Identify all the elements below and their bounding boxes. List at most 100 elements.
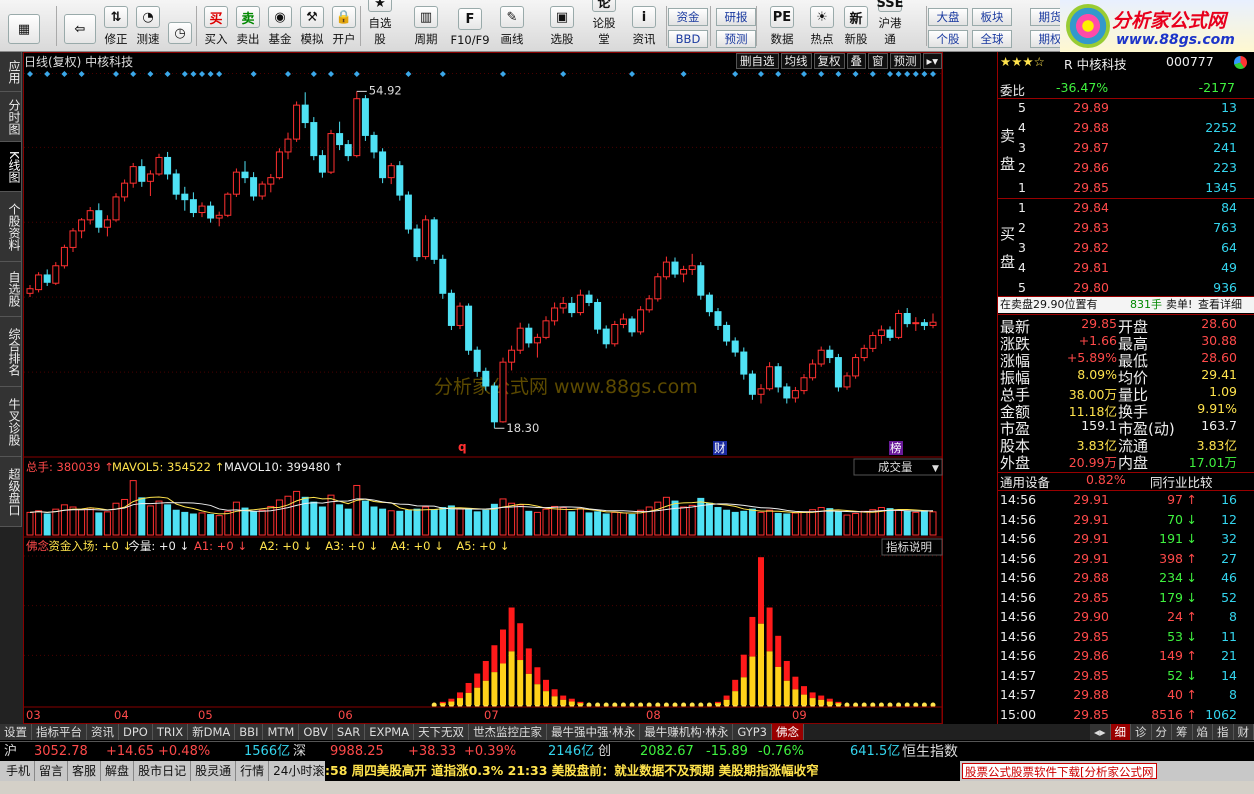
status-item-5[interactable]: 股灵通 bbox=[191, 761, 237, 781]
toolbar-sector-button[interactable]: 板块 bbox=[972, 8, 1012, 26]
kline-chart[interactable]: 56.9548.9040.7432.5824.42分析家公式网 www.88gs… bbox=[24, 53, 989, 725]
toolbar-button-18[interactable]: ☀ 热点 bbox=[806, 4, 838, 48]
toolbar-button-1[interactable]: ⇦ bbox=[60, 4, 100, 48]
toolbar-forecast-button[interactable]: 预测 bbox=[716, 30, 756, 48]
hs-label[interactable]: 恒生指数 bbox=[902, 742, 958, 762]
indicator-tab-14[interactable]: 最牛赚机构·林永 bbox=[640, 724, 734, 740]
ask-row[interactable]: 4 29.88 2252 bbox=[998, 120, 1254, 137]
toolbar-button-17[interactable]: PE 数据 bbox=[766, 4, 798, 48]
chart-button-2[interactable]: 复权 bbox=[813, 53, 845, 69]
left-tab-6[interactable]: 牛叉诊股 bbox=[0, 387, 22, 457]
toolbar-research-button[interactable]: 研报 bbox=[716, 8, 756, 26]
quote-header[interactable]: ★★★☆ R 中核科技 000777 bbox=[998, 54, 1254, 72]
toolbar-button-11[interactable]: ▥ 周期 bbox=[410, 4, 442, 48]
event-marker-rank[interactable]: 榜 bbox=[890, 441, 902, 455]
quote-tab-2[interactable]: 分 bbox=[1151, 724, 1172, 740]
bid-row[interactable]: 5 29.80 936 bbox=[998, 280, 1254, 297]
indicator-tab-15[interactable]: GYP3 bbox=[733, 724, 772, 740]
indicator-tab-0[interactable]: 设置 bbox=[0, 724, 32, 740]
toolbar-button-6[interactable]: 卖卖出 bbox=[232, 4, 264, 48]
toolbar-global-button[interactable]: 全球 bbox=[972, 30, 1012, 48]
chart-button-5[interactable]: 预测 bbox=[889, 53, 921, 69]
ask-row[interactable]: 5 29.89 13 bbox=[998, 100, 1254, 117]
tab-scroll-icon[interactable]: ◂▸ bbox=[1089, 724, 1111, 740]
left-tab-5[interactable]: 综合排名 bbox=[0, 317, 22, 387]
toolbar-button-10[interactable]: ★ 自选股 bbox=[364, 0, 396, 48]
left-tab-4[interactable]: 自选股 bbox=[0, 262, 22, 317]
indicator-tab-2[interactable]: 资讯 bbox=[87, 724, 119, 740]
toolbar-fund-button[interactable]: 资金 bbox=[668, 8, 708, 26]
ask-row[interactable]: 1 29.85 1345 bbox=[998, 180, 1254, 197]
sh-label[interactable]: 沪 bbox=[4, 742, 17, 762]
bid-row[interactable]: 1 29.84 84 bbox=[998, 200, 1254, 217]
quote-tab-3[interactable]: 筹 bbox=[1172, 724, 1193, 740]
indicator-tab-9[interactable]: SAR bbox=[332, 724, 366, 740]
toolbar-button-0[interactable]: ▦ bbox=[4, 4, 44, 48]
sz-label[interactable]: 深 bbox=[293, 742, 306, 762]
status-item-0[interactable]: 手机 bbox=[2, 761, 36, 781]
indicator-tab-13[interactable]: 最牛强中强·林永 bbox=[547, 724, 641, 740]
bid-row[interactable]: 4 29.81 49 bbox=[998, 260, 1254, 277]
indicator-tab-11[interactable]: 天下无双 bbox=[414, 724, 470, 740]
left-tab-2[interactable]: K线图 bbox=[0, 142, 22, 192]
left-tab-3[interactable]: 个股资料 bbox=[0, 192, 22, 262]
quote-tab-4[interactable]: 焰 bbox=[1192, 724, 1213, 740]
toolbar-button-4[interactable]: ◷ bbox=[164, 4, 196, 48]
left-tab-7[interactable]: 超级盘口 bbox=[0, 457, 22, 527]
ad-link[interactable]: 股票公式股票软件下载[分析家公式网 bbox=[962, 763, 1157, 779]
order-notice[interactable]: 在卖盘29.90位置有 831手 卖单! 查看详细 bbox=[998, 297, 1254, 313]
toolbar-button-2[interactable]: ⇅ 修正 bbox=[100, 4, 132, 48]
toolbar-button-7[interactable]: ◉ 基金 bbox=[264, 4, 296, 48]
toolbar-button-20[interactable]: SSE 沪港通 bbox=[874, 0, 906, 48]
indicator-tab-1[interactable]: 指标平台 bbox=[32, 724, 87, 740]
quote-tab-0[interactable]: 细 bbox=[1110, 724, 1131, 740]
indicator-tab-3[interactable]: DPO bbox=[119, 724, 153, 740]
quote-tab-6[interactable]: 财 bbox=[1233, 724, 1254, 740]
status-item-3[interactable]: 解盘 bbox=[101, 761, 135, 781]
cy-label[interactable]: 创 bbox=[598, 742, 611, 762]
toolbar-button-12[interactable]: F F10/F9 bbox=[450, 4, 490, 48]
status-item-4[interactable]: 股市日记 bbox=[134, 761, 192, 781]
chart-button-3[interactable]: 叠 bbox=[846, 53, 866, 69]
industry-row[interactable]: 通用设备 0.82% 同行业比较 bbox=[998, 472, 1254, 490]
status-item-1[interactable]: 留言 bbox=[35, 761, 69, 781]
left-tab-1[interactable]: 分时图 bbox=[0, 92, 22, 142]
toolbar-button-5[interactable]: 买买入 bbox=[200, 4, 232, 48]
chart-button-0[interactable]: 删自选 bbox=[736, 53, 779, 69]
toolbar-market-button[interactable]: 大盘 bbox=[928, 8, 968, 26]
event-marker-finance[interactable]: 财 bbox=[714, 441, 726, 455]
toolbar-individual-button[interactable]: 个股 bbox=[928, 30, 968, 48]
bid-row[interactable]: 2 29.83 763 bbox=[998, 220, 1254, 237]
indicator-tab-6[interactable]: BBI bbox=[235, 724, 264, 740]
indicator-tab-7[interactable]: MTM bbox=[263, 724, 300, 740]
ask-row[interactable]: 2 29.86 223 bbox=[998, 160, 1254, 177]
toolbar-button-15[interactable]: 论论股堂 bbox=[588, 0, 620, 48]
event-marker-q[interactable]: q bbox=[458, 440, 467, 454]
left-tab-0[interactable]: 应用 bbox=[0, 52, 22, 92]
pie-chart-icon[interactable] bbox=[1234, 56, 1247, 69]
indicator-tab-5[interactable]: 新DMA bbox=[188, 724, 236, 740]
chart-menu-icon[interactable]: ▸▾ bbox=[922, 53, 943, 69]
indicator-tab-4[interactable]: TRIX bbox=[152, 724, 189, 740]
toolbar-button-8[interactable]: ⚒ 模拟 bbox=[296, 4, 328, 48]
indicator-tab-10[interactable]: EXPMA bbox=[365, 724, 415, 740]
bid-row[interactable]: 3 29.82 64 bbox=[998, 240, 1254, 257]
toolbar-button-9[interactable]: 🔒 开户 bbox=[328, 4, 360, 48]
toolbar-button-16[interactable]: i 资讯 bbox=[628, 4, 660, 48]
chart-button-4[interactable]: 窗 bbox=[868, 53, 888, 69]
toolbar-button-14[interactable]: ▣ 选股 bbox=[546, 4, 578, 48]
quote-tab-1[interactable]: 诊 bbox=[1131, 724, 1152, 740]
toolbar-button-19[interactable]: 新新股 bbox=[840, 4, 872, 48]
indicator-tab-8[interactable]: OBV bbox=[299, 724, 333, 740]
toolbar-button-3[interactable]: ◔ 测速 bbox=[132, 4, 164, 48]
quote-tab-5[interactable]: 指 bbox=[1213, 724, 1234, 740]
indicator-tab-16[interactable]: 佛念 bbox=[772, 724, 804, 740]
status-item-2[interactable]: 客服 bbox=[68, 761, 102, 781]
indicator-tab-12[interactable]: 世杰监控庄家 bbox=[469, 724, 548, 740]
news-ticker[interactable]: :58 周四美股高开 道指涨0.3% 21:33 美股盘前：就业数据不及预期 美… bbox=[325, 761, 960, 781]
ask-row[interactable]: 3 29.87 241 bbox=[998, 140, 1254, 157]
status-item-6[interactable]: 行情 bbox=[236, 761, 270, 781]
chart-button-1[interactable]: 均线 bbox=[780, 53, 812, 69]
toolbar-bbd-button[interactable]: BBD bbox=[668, 30, 708, 48]
toolbar-button-13[interactable]: ✎ 画线 bbox=[496, 4, 528, 48]
